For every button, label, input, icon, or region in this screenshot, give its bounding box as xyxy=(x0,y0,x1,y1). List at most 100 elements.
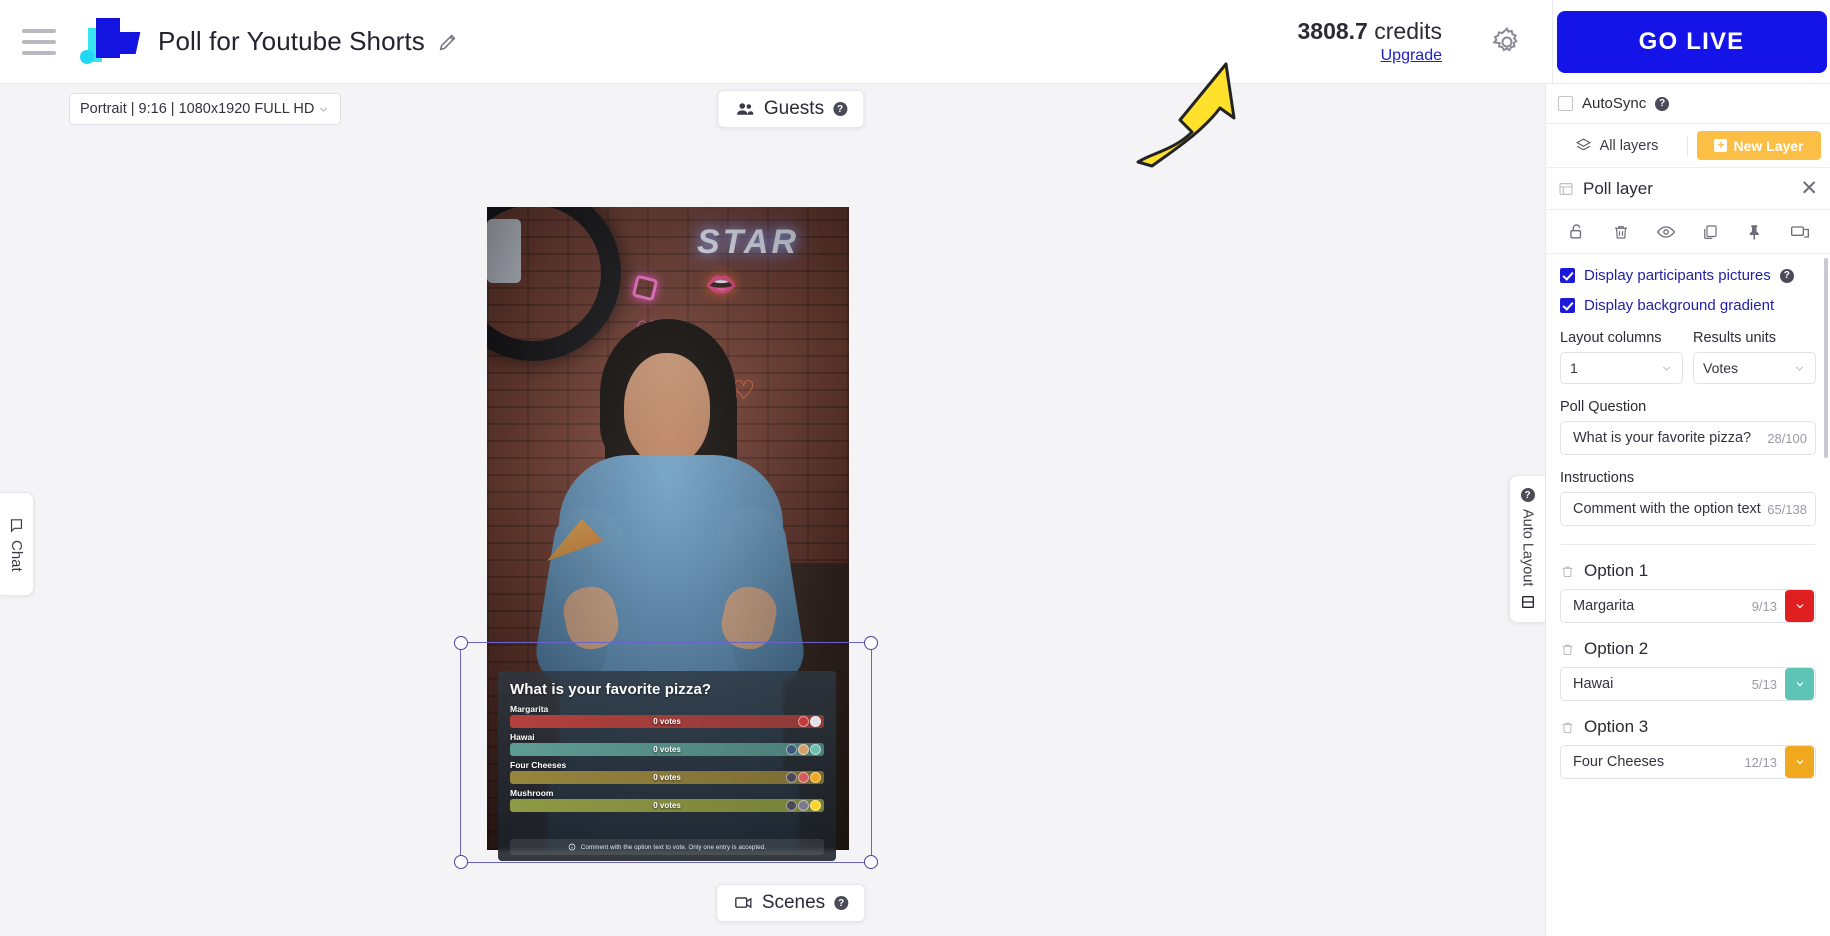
trash-icon[interactable] xyxy=(1560,564,1575,579)
chat-tab-label: Chat xyxy=(8,539,25,572)
preview-stage: STAR 👄 ♡ ♡ xyxy=(36,134,1545,936)
poll-overlay-votes: 0 votes xyxy=(653,801,681,810)
layer-toolbar: All layers + New Layer xyxy=(1546,124,1830,168)
screen-icon[interactable] xyxy=(1787,219,1813,245)
right-panel: AutoSync ? All layers + New Layer Poll l… xyxy=(1545,84,1830,936)
option-2-value: Hawai xyxy=(1573,676,1614,692)
trash-icon[interactable] xyxy=(1560,642,1575,657)
layout-columns-select[interactable]: 1 xyxy=(1560,352,1683,384)
poll-layer-header: Poll layer ✕ xyxy=(1546,168,1830,210)
layout-results-row: Layout columns 1 Results units Votes xyxy=(1560,330,1816,384)
option-2-input[interactable]: Hawai 5/13 xyxy=(1560,667,1816,701)
chevron-down-icon xyxy=(1793,362,1806,375)
scenes-label: Scenes xyxy=(761,892,826,913)
resize-handle-top-left[interactable] xyxy=(454,636,468,650)
resize-handle-top-right[interactable] xyxy=(864,636,878,650)
resize-handle-bottom-right[interactable] xyxy=(864,855,878,869)
auto-layout-tab[interactable]: ? Auto Layout xyxy=(1509,475,1545,623)
guests-button[interactable]: Guests ? xyxy=(716,90,865,128)
layout-columns-label: Layout columns xyxy=(1560,330,1662,346)
unlock-icon[interactable] xyxy=(1563,219,1589,245)
layout-grid-icon xyxy=(1520,594,1536,610)
credits-amount: 3808.7 xyxy=(1297,18,1368,45)
poll-question-input[interactable]: What is your favorite pizza? 28/100 xyxy=(1560,421,1816,455)
hamburger-icon[interactable] xyxy=(22,28,56,55)
option-1-title: Option 1 xyxy=(1584,561,1649,580)
poll-overlay-card[interactable]: What is your favorite pizza? Margarita 0… xyxy=(498,671,836,861)
poll-question-counter: 28/100 xyxy=(1767,430,1807,446)
poll-settings-scroll[interactable]: Display participants pictures ? Display … xyxy=(1546,254,1830,936)
poll-layer-icon xyxy=(1558,181,1574,197)
poll-overlay-row: Mushroom 0 votes xyxy=(510,787,824,812)
results-units-select[interactable]: Votes xyxy=(1693,352,1816,384)
results-units-field: Results units Votes xyxy=(1693,330,1816,384)
all-layers-label: All layers xyxy=(1599,137,1659,154)
help-icon[interactable]: ? xyxy=(1655,96,1670,111)
option-3-title: Option 3 xyxy=(1584,717,1649,736)
upgrade-link[interactable]: Upgrade xyxy=(1381,47,1442,65)
layers-icon xyxy=(1575,137,1592,154)
poll-overlay-question: What is your favorite pizza? xyxy=(510,681,712,698)
poll-overlay-option-label: Mushroom xyxy=(510,788,554,798)
scenes-button[interactable]: Scenes ? xyxy=(715,884,866,922)
option-1-counter: 9/13 xyxy=(1751,598,1777,614)
option-1-input[interactable]: Margarita 9/13 xyxy=(1560,589,1816,623)
instructions-field: Instructions Comment with the option tex… xyxy=(1560,470,1816,526)
poll-overlay-avatars xyxy=(786,772,821,783)
guests-label: Guests xyxy=(763,98,825,119)
option-2-counter: 5/13 xyxy=(1751,676,1777,692)
option-1-color-swatch[interactable] xyxy=(1785,590,1814,622)
help-icon[interactable]: ? xyxy=(1779,268,1794,283)
display-gradient-checkbox[interactable] xyxy=(1560,298,1575,313)
brand-logo[interactable] xyxy=(78,14,141,70)
autosync-checkbox[interactable] xyxy=(1558,96,1573,111)
poll-overlay-option-label: Margarita xyxy=(510,704,549,714)
instructions-input[interactable]: Comment with the option text 65/138 xyxy=(1560,492,1816,526)
eye-icon[interactable] xyxy=(1653,219,1679,245)
info-icon xyxy=(568,843,576,851)
poll-overlay-footer: Comment with the option text to vote. On… xyxy=(510,839,824,855)
credits-text: 3808.7 credits xyxy=(1298,18,1443,44)
poll-question-field: Poll Question What is your favorite pizz… xyxy=(1560,399,1816,455)
poll-layer-name: Poll layer xyxy=(1583,178,1653,198)
go-live-container: GO LIVE xyxy=(1552,0,1830,84)
help-icon[interactable]: ? xyxy=(834,896,849,910)
option-3-color-swatch[interactable] xyxy=(1785,746,1814,778)
close-icon[interactable]: ✕ xyxy=(1800,178,1818,199)
autosync-label: AutoSync xyxy=(1582,95,1647,112)
left-rail: Chat xyxy=(0,84,36,936)
layer-tools-row xyxy=(1546,210,1830,254)
live-studio-app: Poll for Youtube Shorts 3808.7 credits U… xyxy=(0,0,1830,936)
instructions-label: Instructions xyxy=(1560,470,1635,486)
trash-icon[interactable] xyxy=(1560,720,1575,735)
guests-icon xyxy=(734,99,755,120)
layout-columns-value: 1 xyxy=(1570,360,1578,376)
new-layer-button[interactable]: + New Layer xyxy=(1697,131,1821,160)
resize-handle-bottom-left[interactable] xyxy=(454,855,468,869)
format-select[interactable]: Portrait | 9:16 | 1080x1920 FULL HD xyxy=(69,93,341,125)
trash-icon[interactable] xyxy=(1608,219,1634,245)
pencil-icon[interactable] xyxy=(437,31,459,53)
poll-question-label: Poll Question xyxy=(1560,399,1647,415)
duplicate-icon[interactable] xyxy=(1697,219,1723,245)
panel-scrollbar[interactable] xyxy=(1824,258,1828,458)
all-layers-button[interactable]: All layers xyxy=(1546,137,1687,154)
gear-icon[interactable] xyxy=(1484,19,1530,65)
pin-icon[interactable] xyxy=(1742,219,1768,245)
credits-block: 3808.7 credits Upgrade xyxy=(1298,18,1455,65)
option-2-header: Option 2 xyxy=(1560,639,1816,659)
display-participants-checkbox[interactable] xyxy=(1560,268,1575,283)
help-icon[interactable]: ? xyxy=(1520,488,1535,503)
chat-tab[interactable]: Chat xyxy=(0,492,34,596)
divider xyxy=(1560,544,1816,545)
option-3-value: Four Cheeses xyxy=(1573,754,1665,770)
option-3-input[interactable]: Four Cheeses 12/13 xyxy=(1560,745,1816,779)
display-participants-label: Display participants pictures xyxy=(1584,267,1771,284)
help-icon[interactable]: ? xyxy=(833,102,848,116)
auto-layout-label: Auto Layout xyxy=(1519,509,1536,587)
page-title: Poll for Youtube Shorts xyxy=(158,26,425,56)
poll-overlay-votes: 0 votes xyxy=(653,745,681,754)
poll-overlay-votes: 0 votes xyxy=(653,717,681,726)
option-2-color-swatch[interactable] xyxy=(1785,668,1814,700)
go-live-button[interactable]: GO LIVE xyxy=(1556,10,1827,73)
